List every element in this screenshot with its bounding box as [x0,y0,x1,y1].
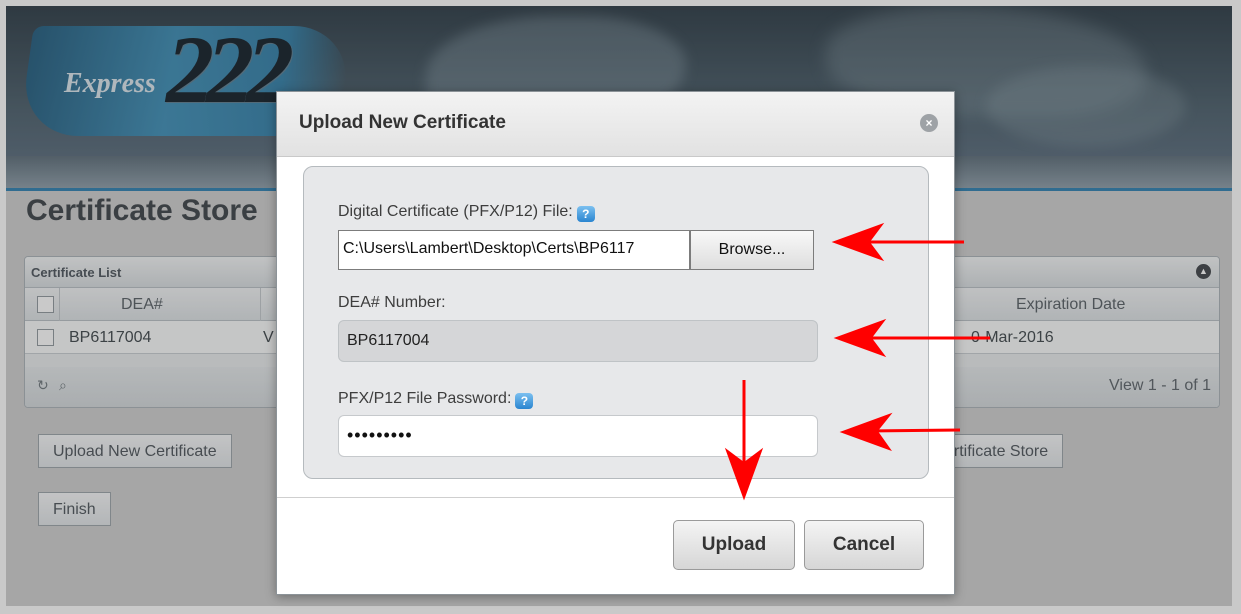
dialog-form-panel: Digital Certificate (PFX/P12) File:? C:\… [303,166,929,479]
password-label-text: PFX/P12 File Password: [338,390,512,407]
dialog-title: Upload New Certificate [299,112,506,133]
password-label: PFX/P12 File Password:? [338,390,534,409]
dea-number-field: BP6117004 [338,320,818,362]
dialog-footer-divider [277,497,954,498]
close-icon[interactable]: × [920,114,938,132]
help-icon[interactable]: ? [515,393,534,409]
password-field[interactable]: ••••••••• [338,415,818,457]
certificate-file-input[interactable]: C:\Users\Lambert\Desktop\Certs\BP6117 [338,230,690,270]
file-label: Digital Certificate (PFX/P12) File:? [338,203,595,222]
dialog-header: Upload New Certificate × [277,92,954,157]
dea-label: DEA# Number: [338,294,446,311]
upload-certificate-dialog: Upload New Certificate × Digital Certifi… [276,91,955,595]
browse-button[interactable]: Browse... [690,230,814,270]
file-label-text: Digital Certificate (PFX/P12) File: [338,203,573,220]
help-icon[interactable]: ? [576,206,595,222]
cancel-button[interactable]: Cancel [804,520,924,570]
upload-button[interactable]: Upload [673,520,795,570]
